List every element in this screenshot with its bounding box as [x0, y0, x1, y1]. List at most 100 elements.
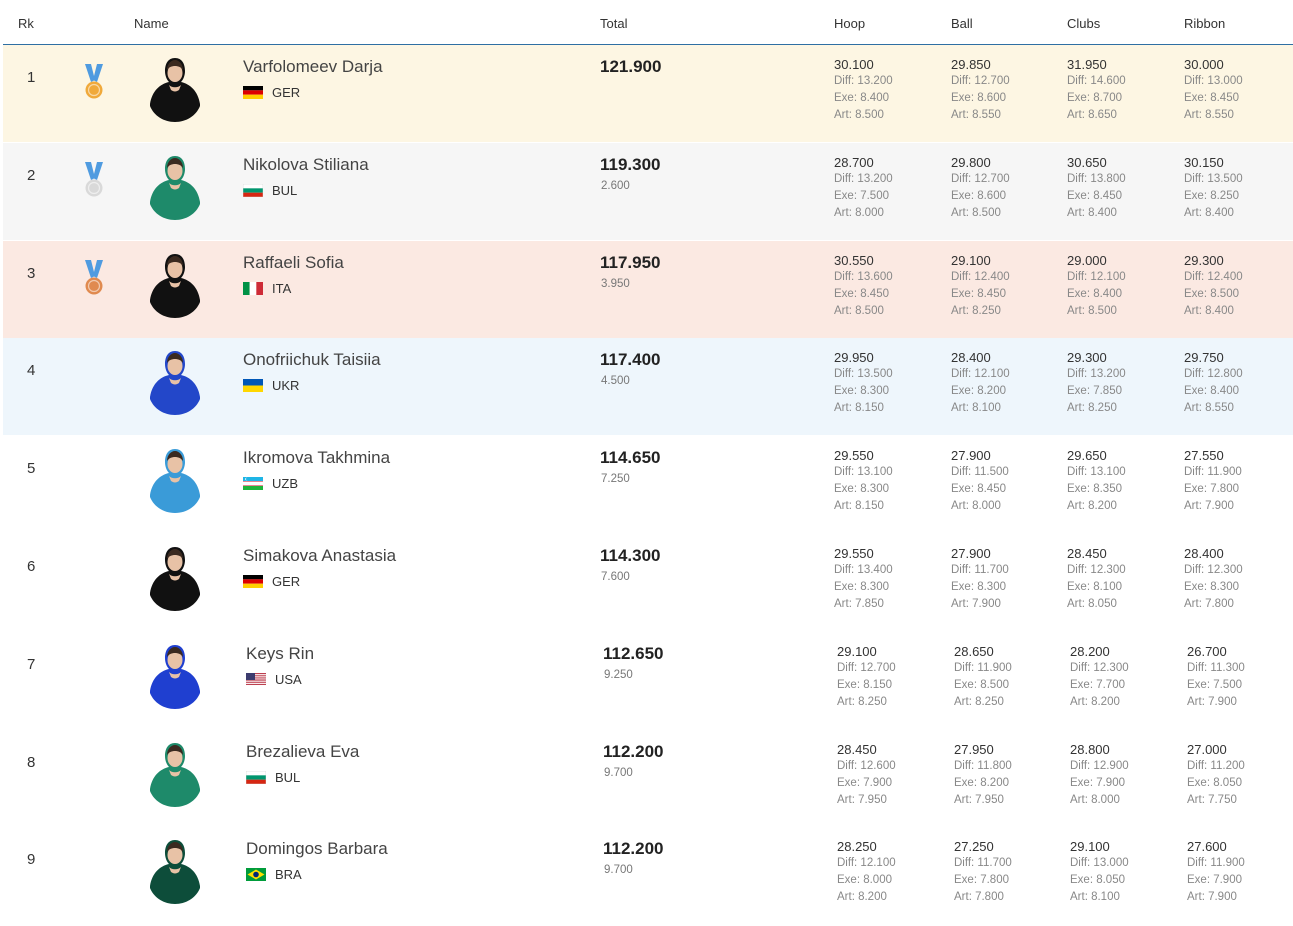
name-column-header[interactable]: Name	[134, 16, 169, 31]
ribbon-total-score: 26.700	[1187, 644, 1227, 659]
athlete-name-link[interactable]: Keys Rin	[246, 644, 314, 664]
hoop-total-score: 29.950	[834, 350, 874, 365]
athlete-name-link[interactable]: Ikromova Takhmina	[243, 448, 390, 468]
hoop-total-score: 28.450	[837, 742, 877, 757]
clubs-diff-score: Diff: 12.100	[1067, 271, 1126, 283]
athlete-photo[interactable]	[148, 838, 202, 908]
athlete-name-link[interactable]: Domingos Barbara	[246, 839, 388, 859]
total-score: 112.200	[603, 839, 664, 858]
clubs-art-score: Art: 8.100	[1070, 891, 1120, 903]
ribbon-art-score: Art: 7.750	[1187, 794, 1237, 806]
clubs-score-cell: 30.650 Diff: 13.800 Exe: 8.450 Art: 8.400	[1067, 154, 1126, 222]
table-row[interactable]: 4 Onofriichuk Taisiia UKR 117.400 4.500 29.9…	[3, 338, 1293, 435]
ball-score-cell: 27.950 Diff: 11.800 Exe: 8.200 Art: 7.950	[954, 741, 1012, 809]
hoop-exe-score: Exe: 8.400	[834, 92, 889, 104]
hoop-column-header[interactable]: Hoop	[834, 16, 865, 31]
total-column-header[interactable]: Total	[600, 16, 627, 31]
hoop-exe-score: Exe: 8.000	[837, 874, 892, 886]
ribbon-score-cell: 26.700 Diff: 11.300 Exe: 7.500 Art: 7.900	[1187, 643, 1245, 711]
clubs-total-score: 28.800	[1070, 742, 1110, 757]
table-row[interactable]: 9 Domingos Barbara BRA 112.200 9.700 28.250 D…	[3, 827, 1293, 924]
gap-to-leader: 3.950	[601, 278, 630, 290]
ball-diff-score: Diff: 12.400	[951, 271, 1010, 283]
athlete-name-link[interactable]: Onofriichuk Taisiia	[243, 350, 381, 370]
results-table-header: Rk Name Total Hoop Ball Clubs Ribbon	[3, 0, 1293, 45]
rank-value: 2	[27, 167, 36, 184]
athlete-photo[interactable]	[148, 154, 202, 224]
hoop-exe-score: Exe: 7.900	[837, 777, 892, 789]
ribbon-diff-score: Diff: 12.800	[1184, 368, 1243, 380]
clubs-column-header[interactable]: Clubs	[1067, 16, 1100, 31]
athlete-photo[interactable]	[148, 741, 202, 811]
silver-medal-icon	[83, 162, 105, 200]
hoop-art-score: Art: 8.500	[834, 305, 884, 317]
ribbon-art-score: Art: 8.550	[1184, 402, 1234, 414]
table-row[interactable]: 6 Simakova Anastasia GER 114.300 7.600 29.55…	[3, 534, 1293, 631]
table-row[interactable]: 8 Brezalieva Eva BUL 112.200 9.700 28.450 Dif…	[3, 730, 1293, 827]
hoop-exe-score: Exe: 8.300	[834, 385, 889, 397]
athlete-photo[interactable]	[148, 349, 202, 419]
ball-exe-score: Exe: 8.200	[951, 385, 1006, 397]
ribbon-total-score: 27.600	[1187, 839, 1227, 854]
ukraine-flag	[243, 379, 263, 392]
hoop-total-score: 28.700	[834, 155, 874, 170]
clubs-art-score: Art: 8.000	[1070, 794, 1120, 806]
total-score: 114.650	[600, 448, 661, 467]
bulgaria-flag	[243, 184, 263, 197]
ball-art-score: Art: 8.500	[951, 207, 1001, 219]
ribbon-column-header[interactable]: Ribbon	[1184, 16, 1225, 31]
athlete-country: BUL	[243, 183, 297, 198]
hoop-diff-score: Diff: 13.600	[834, 271, 893, 283]
hoop-art-score: Art: 8.150	[834, 500, 884, 512]
ball-exe-score: Exe: 8.450	[951, 483, 1006, 495]
table-row[interactable]: 2 Nikolova Stiliana BUL 119.300 2.600 28.700…	[3, 143, 1293, 240]
usa-flag	[246, 673, 266, 686]
athlete-photo[interactable]	[148, 545, 202, 615]
clubs-total-score: 29.300	[1067, 350, 1107, 365]
athlete-name-link[interactable]: Raffaeli Sofia	[243, 253, 344, 273]
athlete-name-link[interactable]: Brezalieva Eva	[246, 742, 359, 762]
ball-column-header[interactable]: Ball	[951, 16, 973, 31]
total-score: 121.900	[600, 57, 662, 76]
hoop-diff-score: Diff: 13.500	[834, 368, 893, 380]
athlete-photo[interactable]	[148, 252, 202, 322]
table-row[interactable]: 3 Raffaeli Sofia ITA 117.950 3.950 30.550 Dif…	[3, 241, 1293, 338]
athlete-photo[interactable]	[148, 56, 202, 126]
clubs-total-score: 29.650	[1067, 448, 1107, 463]
clubs-diff-score: Diff: 12.300	[1067, 564, 1126, 576]
ball-diff-score: Diff: 11.700	[954, 857, 1012, 869]
athlete-name-link[interactable]: Nikolova Stiliana	[243, 155, 369, 175]
ribbon-exe-score: Exe: 8.050	[1187, 777, 1242, 789]
table-row[interactable]: 7 Keys Rin USA 112.650 9.250 29.100 Diff: 12.…	[3, 632, 1293, 729]
gap-to-leader: 2.600	[601, 180, 630, 192]
ball-score-cell: 28.400 Diff: 12.100 Exe: 8.200 Art: 8.100	[951, 349, 1010, 417]
hoop-diff-score: Diff: 13.200	[834, 75, 893, 87]
rank-column-header[interactable]: Rk	[18, 16, 34, 31]
ribbon-art-score: Art: 7.800	[1184, 598, 1234, 610]
athlete-name-link[interactable]: Simakova Anastasia	[243, 546, 396, 566]
ribbon-score-cell: 29.300 Diff: 12.400 Exe: 8.500 Art: 8.400	[1184, 252, 1243, 320]
table-row[interactable]: 5 Ikromova Takhmina UZB 114.650 7.250 29.550…	[3, 436, 1293, 533]
hoop-score-cell: 29.100 Diff: 12.700 Exe: 8.150 Art: 8.250	[837, 643, 896, 711]
gap-to-leader: 7.250	[601, 473, 630, 485]
ball-total-score: 27.950	[954, 742, 994, 757]
total-score: 112.200	[603, 742, 664, 761]
gold-medal-icon	[83, 64, 105, 102]
clubs-total-score: 30.650	[1067, 155, 1107, 170]
athlete-name-link[interactable]: Varfolomeev Darja	[243, 57, 383, 77]
athlete-photo[interactable]	[148, 447, 202, 517]
ribbon-diff-score: Diff: 11.300	[1187, 662, 1245, 674]
ribbon-diff-score: Diff: 11.900	[1184, 466, 1242, 478]
ball-exe-score: Exe: 8.500	[954, 679, 1009, 691]
hoop-total-score: 29.550	[834, 546, 874, 561]
total-score: 117.400	[600, 350, 661, 369]
athlete-country: BUL	[246, 770, 300, 785]
clubs-diff-score: Diff: 14.600	[1067, 75, 1126, 87]
athlete-country: ITA	[243, 281, 291, 296]
athlete-photo[interactable]	[148, 643, 202, 713]
table-row[interactable]: 1 Varfolomeev Darja GER 121.900 30.100 Diff:…	[3, 45, 1293, 142]
gap-to-leader: 9.250	[604, 669, 633, 681]
clubs-diff-score: Diff: 13.000	[1070, 857, 1129, 869]
ball-art-score: Art: 8.100	[951, 402, 1001, 414]
clubs-diff-score: Diff: 12.300	[1070, 662, 1129, 674]
